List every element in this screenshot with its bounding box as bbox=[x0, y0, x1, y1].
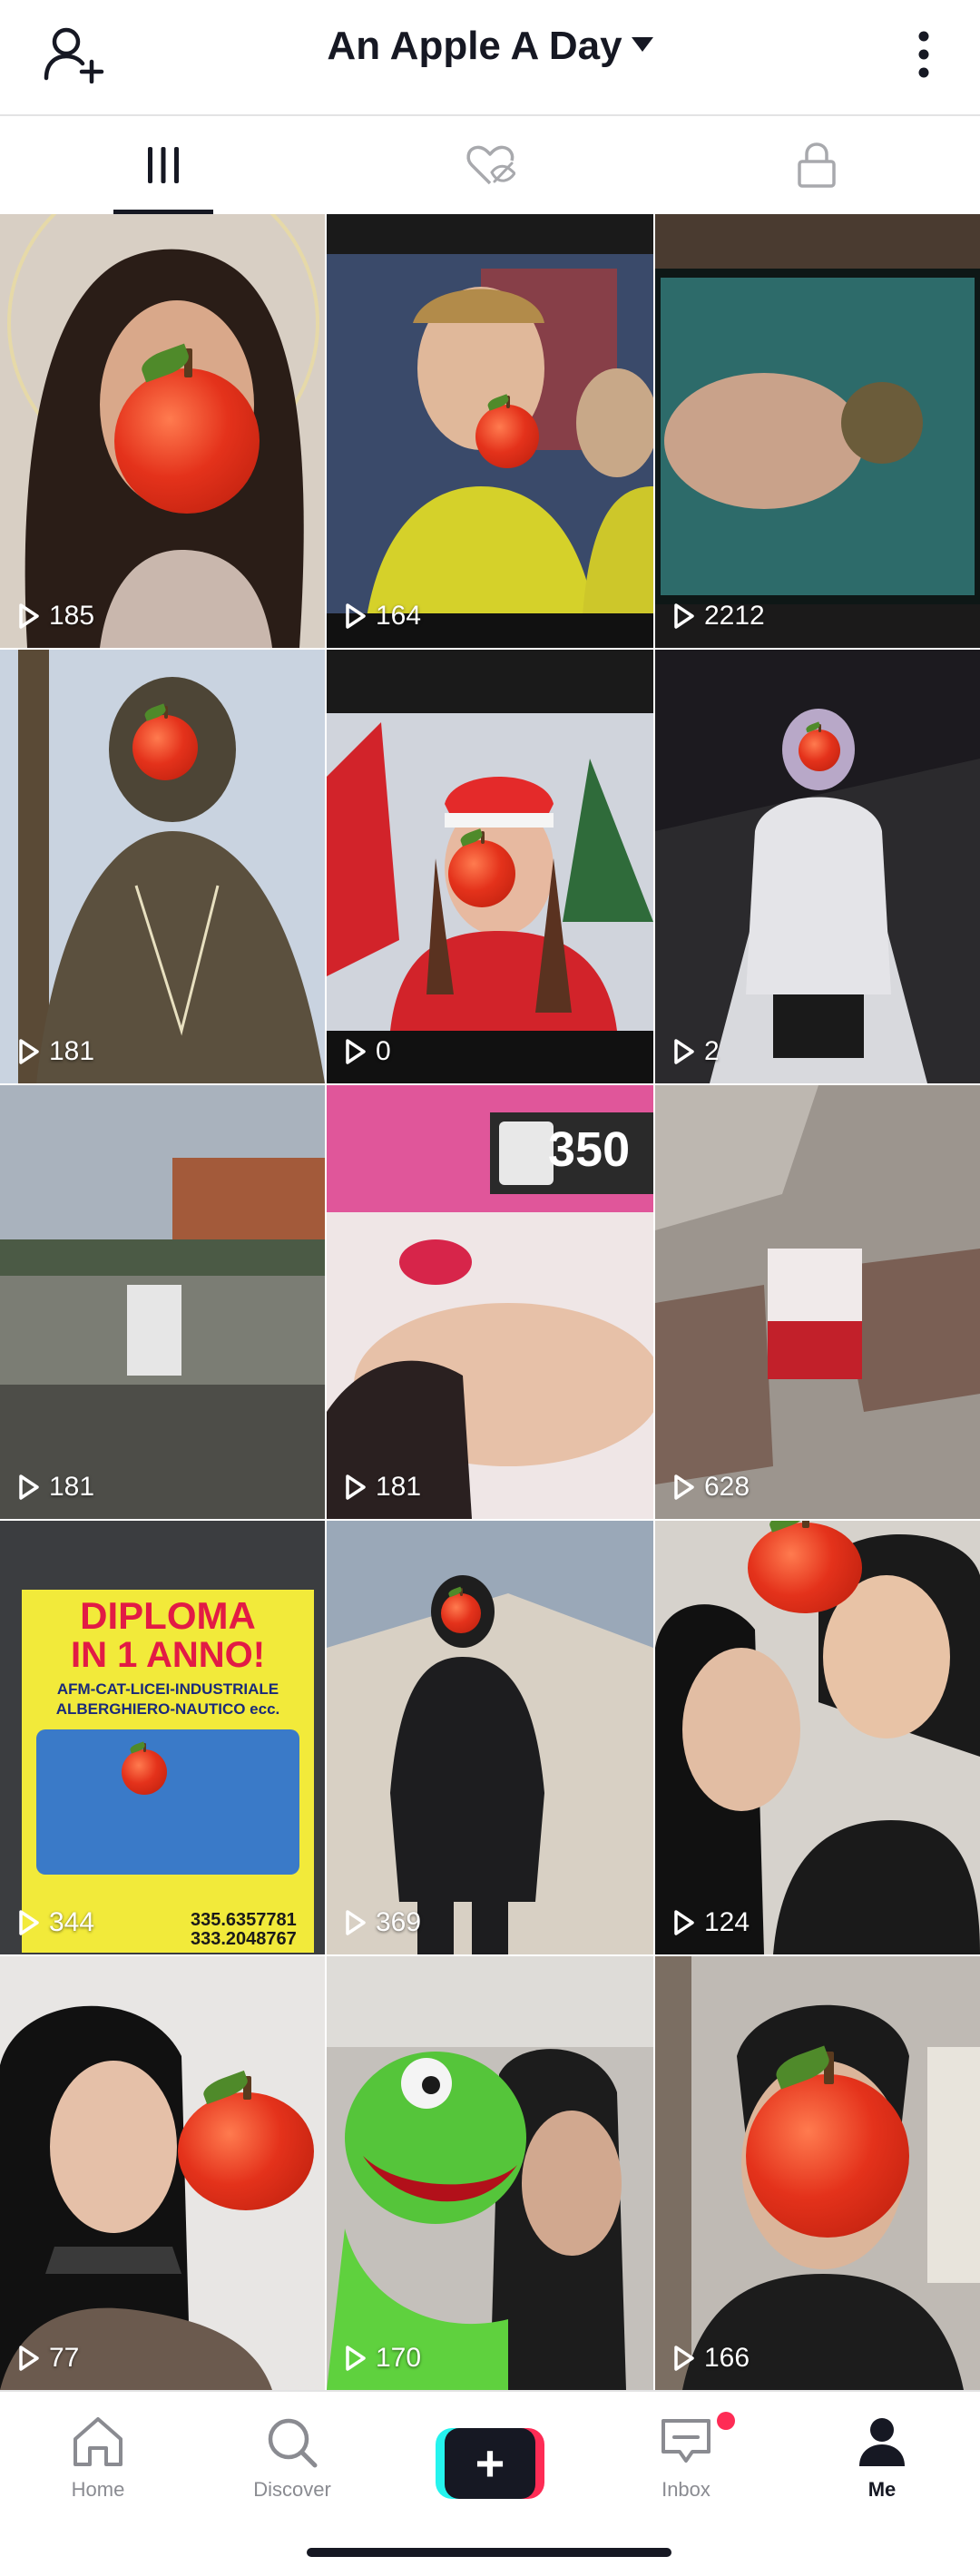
nav-discover[interactable]: Discover bbox=[211, 2415, 374, 2502]
tab-liked[interactable] bbox=[327, 116, 653, 214]
inbox-icon bbox=[662, 2419, 710, 2463]
video-thumbnail bbox=[327, 1521, 653, 1954]
view-count: 166 bbox=[673, 2343, 750, 2374]
play-icon bbox=[19, 2346, 39, 2371]
video-tile[interactable]: 369 bbox=[327, 1521, 653, 1954]
more-options-icon bbox=[918, 31, 929, 78]
video-tile[interactable]: 185 bbox=[0, 214, 325, 648]
view-count: 2212 bbox=[673, 601, 765, 632]
video-tile[interactable]: 181 bbox=[0, 1085, 325, 1519]
video-tile[interactable]: 164 bbox=[327, 214, 653, 648]
home-indicator bbox=[307, 2548, 671, 2557]
plus-icon: + bbox=[445, 2428, 535, 2499]
nav-me[interactable]: Me bbox=[800, 2415, 964, 2502]
tab-private[interactable] bbox=[653, 116, 980, 214]
tab-videos[interactable] bbox=[0, 116, 327, 214]
video-tile[interactable]: 2212 bbox=[655, 214, 980, 648]
video-tile[interactable]: 166 bbox=[655, 1956, 980, 2390]
apple-sticker bbox=[475, 396, 539, 468]
profile-icon bbox=[859, 2418, 905, 2466]
poster-image bbox=[36, 1729, 299, 1875]
apple-sticker bbox=[448, 830, 515, 907]
poster-line: ALBERGHIERO-NAUTICO ecc. bbox=[55, 1700, 280, 1718]
view-count: 628 bbox=[673, 1472, 750, 1503]
video-tile[interactable]: 77 bbox=[0, 1956, 325, 2390]
view-count: 0 bbox=[345, 1036, 391, 1067]
play-icon bbox=[346, 603, 366, 629]
play-icon bbox=[674, 1910, 694, 1935]
poster-line: AFM-CAT-LICEI-INDUSTRIALE bbox=[56, 1680, 279, 1698]
notification-dot bbox=[717, 2412, 735, 2430]
view-count: 124 bbox=[673, 1907, 750, 1938]
apple-sticker bbox=[132, 705, 198, 780]
play-icon bbox=[674, 2346, 694, 2371]
play-icon bbox=[346, 2346, 366, 2371]
video-tile[interactable]: 181 bbox=[0, 650, 325, 1083]
nav-inbox-label: Inbox bbox=[662, 2478, 710, 2501]
video-tile[interactable]: 124 bbox=[655, 1521, 980, 1954]
video-tile[interactable]: 628 bbox=[655, 1085, 980, 1519]
apple-sticker bbox=[178, 2075, 314, 2210]
apple-sticker bbox=[748, 1521, 862, 1613]
home-icon bbox=[74, 2417, 122, 2466]
play-icon bbox=[19, 1039, 39, 1064]
video-thumbnail bbox=[0, 1085, 325, 1519]
nav-inbox[interactable]: Inbox bbox=[604, 2415, 768, 2502]
nav-discover-label: Discover bbox=[253, 2478, 331, 2501]
view-count: 181 bbox=[345, 1472, 421, 1503]
apple-sticker bbox=[799, 723, 840, 771]
account-switcher[interactable]: An Apple A Day bbox=[0, 24, 980, 69]
caret-down-icon bbox=[631, 37, 653, 53]
poster-phone: 335.6357781 333.2048767 bbox=[191, 1910, 297, 1949]
play-icon bbox=[346, 1474, 366, 1500]
play-icon bbox=[674, 1474, 694, 1500]
view-count: 369 bbox=[345, 1907, 421, 1938]
profile-tabs bbox=[0, 116, 980, 214]
liked-hidden-icon bbox=[466, 145, 515, 185]
view-count: 181 bbox=[18, 1472, 94, 1503]
more-options-button[interactable] bbox=[891, 20, 956, 89]
view-count: 2 bbox=[673, 1036, 720, 1067]
profile-name: An Apple A Day bbox=[327, 24, 622, 68]
apple-sticker bbox=[122, 1743, 167, 1795]
profile-header: An Apple A Day bbox=[0, 0, 980, 116]
nav-home-label: Home bbox=[71, 2478, 125, 2501]
video-thumbnail bbox=[655, 214, 980, 648]
view-count: 344 bbox=[18, 1907, 94, 1938]
view-count: 164 bbox=[345, 601, 421, 632]
video-tile[interactable]: 170 bbox=[327, 1956, 653, 2390]
play-icon bbox=[19, 603, 39, 629]
view-count: 170 bbox=[345, 2343, 421, 2374]
videos-grid-icon bbox=[148, 147, 179, 183]
poster-title: DIPLOMA bbox=[80, 1594, 256, 1637]
video-tile[interactable]: 2 bbox=[655, 650, 980, 1083]
video-tile[interactable]: DIPLOMA IN 1 ANNO! AFM-CAT-LICEI-INDUSTR… bbox=[0, 1521, 325, 1954]
phone-sign-number: 350 bbox=[548, 1122, 631, 1177]
video-tile[interactable]: 0 bbox=[327, 650, 653, 1083]
play-icon bbox=[674, 603, 694, 629]
apple-sticker bbox=[114, 348, 260, 514]
video-grid: 185 164 2212 181 0 2 181 350 181 628 DIP… bbox=[0, 214, 980, 2390]
view-count: 181 bbox=[18, 1036, 94, 1067]
create-button[interactable]: + bbox=[436, 2428, 544, 2499]
apple-sticker bbox=[746, 2051, 909, 2238]
play-icon bbox=[346, 1039, 366, 1064]
view-count: 185 bbox=[18, 601, 94, 632]
video-thumbnail bbox=[655, 1085, 980, 1519]
play-icon bbox=[346, 1910, 366, 1935]
search-icon bbox=[268, 2418, 318, 2468]
play-icon bbox=[19, 1910, 39, 1935]
video-tile[interactable]: 350 181 bbox=[327, 1085, 653, 1519]
play-icon bbox=[19, 1474, 39, 1500]
nav-me-label: Me bbox=[867, 2478, 897, 2501]
private-lock-icon bbox=[798, 142, 836, 188]
apple-sticker bbox=[441, 1587, 481, 1633]
play-icon bbox=[674, 1039, 694, 1064]
video-thumbnail bbox=[655, 650, 980, 1083]
poster-subtitle: IN 1 ANNO! bbox=[70, 1635, 266, 1675]
video-thumbnail bbox=[327, 1956, 653, 2390]
view-count: 77 bbox=[18, 2343, 79, 2374]
nav-home[interactable]: Home bbox=[16, 2415, 180, 2502]
